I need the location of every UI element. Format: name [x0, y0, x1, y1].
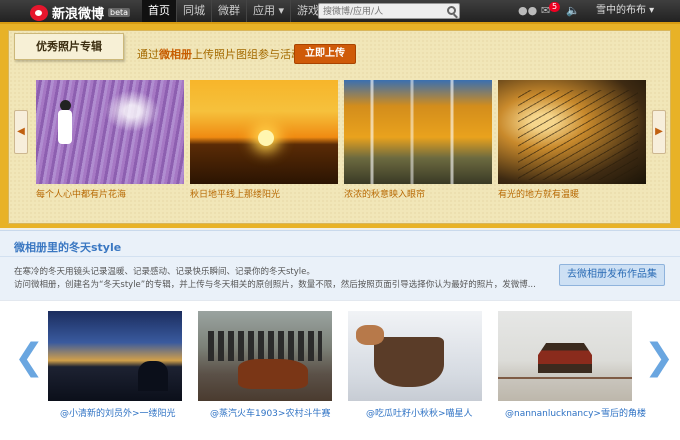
gallery-caption-2[interactable]: @蒸汽火车1903>农村斗牛赛: [210, 406, 330, 419]
featured-photo-3[interactable]: [344, 80, 492, 184]
search-input[interactable]: [319, 5, 439, 19]
gallery-caption-4[interactable]: @nannanlucknancy>雪后的角楼: [505, 406, 646, 419]
winter-description-line-1: 在寒冷的冬天用镜头记录温暖、记录感动、记录快乐瞬间、记录你的冬天style。: [14, 267, 315, 277]
gallery-photo-1[interactable]: [48, 311, 182, 401]
featured-next-arrow[interactable]: ▶: [652, 110, 666, 154]
winter-style-section: 微相册里的冬天style 在寒冷的冬天用镜头记录温暖、记录感动、记录快乐瞬间、记…: [0, 230, 680, 300]
logo-text: 新浪微博: [52, 7, 105, 22]
featured-caption-3[interactable]: 浓浓的秋意映入眼帘: [344, 187, 425, 200]
featured-caption-2[interactable]: 秋日地平线上那缕阳光: [190, 187, 280, 200]
featured-caption-1[interactable]: 每个人心中都有片花海: [36, 187, 126, 200]
featured-photo-4[interactable]: [498, 80, 646, 184]
speaker-icon[interactable]: 🔈: [566, 5, 580, 17]
gallery-photo-2[interactable]: [198, 311, 332, 401]
search-box: [318, 3, 460, 19]
upload-now-button[interactable]: 立即上传: [294, 44, 356, 64]
gallery-next-arrow[interactable]: ❯: [644, 340, 674, 376]
section-divider: [0, 256, 680, 257]
photo-subject: [56, 100, 74, 146]
weibo-logo[interactable]: 新浪微博 beta: [30, 3, 131, 22]
mail-badge: 5: [549, 2, 561, 12]
tagline-prefix: 通过: [137, 48, 159, 61]
nav-apps[interactable]: 应用 ▾: [247, 0, 290, 22]
nav-groups[interactable]: 微群: [212, 0, 246, 22]
weibo-eye-icon: [30, 4, 48, 21]
search-icon[interactable]: [447, 6, 456, 15]
winter-title: 微相册里的冬天style: [14, 241, 122, 254]
gallery-caption-1[interactable]: @小清新的刘员外>一缕阳光: [60, 406, 176, 419]
featured-caption-4[interactable]: 有光的地方就有温暖: [498, 187, 579, 200]
gallery-caption-3[interactable]: @吃瓜吐籽小秋秋>喵星人: [366, 406, 473, 419]
gallery-photo-3[interactable]: [348, 311, 482, 401]
gallery-photo-4[interactable]: [498, 311, 632, 401]
tagline-link[interactable]: 微相册: [159, 48, 192, 61]
featured-photo-1[interactable]: [36, 80, 184, 184]
winter-description-line-2: 访问微相册，创建名为“冬天style”的专辑，并上传与冬天相关的原创照片，数量不…: [14, 280, 536, 290]
featured-photo-2[interactable]: [190, 80, 338, 184]
top-navigation-bar: 新浪微博 beta 首页 同城 微群 应用 ▾ 游戏 ▾ ●● ✉ 5 🔈 雪中…: [0, 0, 680, 22]
main-nav: 首页 同城 微群 应用 ▾ 游戏 ▾: [142, 0, 334, 22]
friends-icon[interactable]: ●●: [518, 5, 537, 17]
beta-badge: beta: [108, 8, 131, 17]
tagline-suffix: 上传照片图组参与活动: [192, 48, 302, 61]
user-menu[interactable]: 雪中的布布 ▾: [596, 0, 654, 22]
publish-collection-button[interactable]: 去微相册发布作品集: [559, 264, 665, 286]
nav-home[interactable]: 首页: [142, 0, 176, 22]
featured-tagline: 通过微相册上传照片图组参与活动: [137, 46, 302, 62]
nav-local[interactable]: 同城: [177, 0, 211, 22]
gallery-prev-arrow[interactable]: ❮: [14, 340, 44, 376]
featured-prev-arrow[interactable]: ◀: [14, 110, 28, 154]
featured-title: 优秀照片专辑: [14, 33, 124, 60]
